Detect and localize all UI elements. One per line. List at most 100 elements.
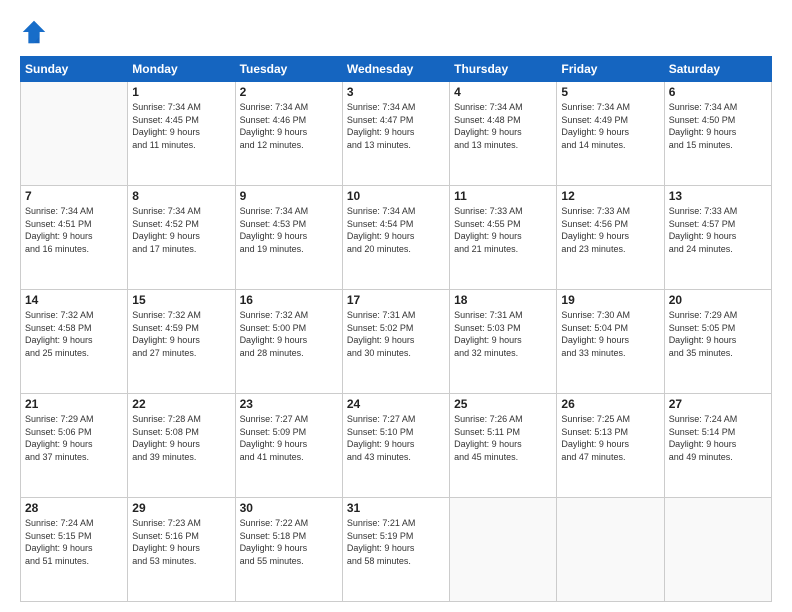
calendar-cell: 1 Sunrise: 7:34 AMSunset: 4:45 PMDaylight… xyxy=(128,82,235,186)
day-number: 13 xyxy=(669,189,767,203)
day-info: Sunrise: 7:34 AMSunset: 4:52 PMDaylight:… xyxy=(132,205,230,255)
calendar-cell: 6Sunrise: 7:34 AMSunset: 4:50 PMDaylight… xyxy=(664,82,771,186)
day-number: 25 xyxy=(454,397,552,411)
day-number: 8 xyxy=(132,189,230,203)
calendar-cell: 23 Sunrise: 7:27 AMSunset: 5:09 PMDayligh… xyxy=(235,394,342,498)
page: SundayMondayTuesdayWednesdayThursdayFrid… xyxy=(0,0,792,612)
calendar-table: SundayMondayTuesdayWednesdayThursdayFrid… xyxy=(20,56,772,602)
calendar-body: 1 Sunrise: 7:34 AMSunset: 4:45 PMDaylight… xyxy=(21,82,772,602)
day-number: 15 xyxy=(132,293,230,307)
calendar-cell: 3 Sunrise: 7:34 AMSunset: 4:47 PMDaylight… xyxy=(342,82,449,186)
day-info: Sunrise: 7:32 AMSunset: 4:59 PMDaylight:… xyxy=(132,309,230,359)
day-number: 7 xyxy=(25,189,123,203)
calendar-cell: 5 Sunrise: 7:34 AMSunset: 4:49 PMDaylight… xyxy=(557,82,664,186)
calendar-cell: 14 Sunrise: 7:32 AMSunset: 4:58 PMDayligh… xyxy=(21,290,128,394)
day-info: Sunrise: 7:34 AMSunset: 4:49 PMDaylight:… xyxy=(561,101,659,151)
weekday-header-wednesday: Wednesday xyxy=(342,57,449,82)
day-number: 28 xyxy=(25,501,123,515)
day-number: 2 xyxy=(240,85,338,99)
day-number: 10 xyxy=(347,189,445,203)
day-info: Sunrise: 7:34 AMSunset: 4:54 PMDaylight:… xyxy=(347,205,445,255)
header xyxy=(20,18,772,46)
weekday-header-tuesday: Tuesday xyxy=(235,57,342,82)
weekday-row: SundayMondayTuesdayWednesdayThursdayFrid… xyxy=(21,57,772,82)
day-info: Sunrise: 7:32 AMSunset: 5:00 PMDaylight:… xyxy=(240,309,338,359)
calendar-cell: 21Sunrise: 7:29 AMSunset: 5:06 PMDayligh… xyxy=(21,394,128,498)
day-number: 16 xyxy=(240,293,338,307)
day-info: Sunrise: 7:25 AMSunset: 5:13 PMDaylight:… xyxy=(561,413,659,463)
day-number: 23 xyxy=(240,397,338,411)
day-number: 14 xyxy=(25,293,123,307)
calendar-cell xyxy=(664,498,771,602)
day-info: Sunrise: 7:34 AMSunset: 4:51 PMDaylight:… xyxy=(25,205,123,255)
day-info: Sunrise: 7:31 AMSunset: 5:02 PMDaylight:… xyxy=(347,309,445,359)
day-info: Sunrise: 7:28 AMSunset: 5:08 PMDaylight:… xyxy=(132,413,230,463)
day-number: 22 xyxy=(132,397,230,411)
calendar-cell: 15 Sunrise: 7:32 AMSunset: 4:59 PMDayligh… xyxy=(128,290,235,394)
day-info: Sunrise: 7:26 AMSunset: 5:11 PMDaylight:… xyxy=(454,413,552,463)
day-number: 27 xyxy=(669,397,767,411)
day-number: 3 xyxy=(347,85,445,99)
logo-icon xyxy=(20,18,48,46)
day-number: 31 xyxy=(347,501,445,515)
day-number: 26 xyxy=(561,397,659,411)
calendar-cell: 2 Sunrise: 7:34 AMSunset: 4:46 PMDaylight… xyxy=(235,82,342,186)
day-number: 18 xyxy=(454,293,552,307)
calendar-cell: 19 Sunrise: 7:30 AMSunset: 5:04 PMDayligh… xyxy=(557,290,664,394)
calendar-cell xyxy=(21,82,128,186)
day-number: 1 xyxy=(132,85,230,99)
week-row-3: 14 Sunrise: 7:32 AMSunset: 4:58 PMDayligh… xyxy=(21,290,772,394)
day-info: Sunrise: 7:34 AMSunset: 4:47 PMDaylight:… xyxy=(347,101,445,151)
day-info: Sunrise: 7:34 AMSunset: 4:45 PMDaylight:… xyxy=(132,101,230,151)
calendar-cell: 7 Sunrise: 7:34 AMSunset: 4:51 PMDaylight… xyxy=(21,186,128,290)
calendar-cell: 25 Sunrise: 7:26 AMSunset: 5:11 PMDayligh… xyxy=(450,394,557,498)
day-info: Sunrise: 7:23 AMSunset: 5:16 PMDaylight:… xyxy=(132,517,230,567)
day-info: Sunrise: 7:33 AMSunset: 4:55 PMDaylight:… xyxy=(454,205,552,255)
calendar-cell: 20Sunrise: 7:29 AMSunset: 5:05 PMDayligh… xyxy=(664,290,771,394)
day-info: Sunrise: 7:27 AMSunset: 5:10 PMDaylight:… xyxy=(347,413,445,463)
day-info: Sunrise: 7:22 AMSunset: 5:18 PMDaylight:… xyxy=(240,517,338,567)
calendar-cell: 10 Sunrise: 7:34 AMSunset: 4:54 PMDayligh… xyxy=(342,186,449,290)
calendar-cell xyxy=(557,498,664,602)
calendar-cell: 26 Sunrise: 7:25 AMSunset: 5:13 PMDayligh… xyxy=(557,394,664,498)
week-row-4: 21Sunrise: 7:29 AMSunset: 5:06 PMDayligh… xyxy=(21,394,772,498)
day-number: 12 xyxy=(561,189,659,203)
calendar-cell xyxy=(450,498,557,602)
day-number: 24 xyxy=(347,397,445,411)
day-info: Sunrise: 7:34 AMSunset: 4:46 PMDaylight:… xyxy=(240,101,338,151)
day-number: 9 xyxy=(240,189,338,203)
logo xyxy=(20,18,52,46)
day-info: Sunrise: 7:27 AMSunset: 5:09 PMDaylight:… xyxy=(240,413,338,463)
day-info: Sunrise: 7:24 AMSunset: 5:15 PMDaylight:… xyxy=(25,517,123,567)
week-row-1: 1 Sunrise: 7:34 AMSunset: 4:45 PMDaylight… xyxy=(21,82,772,186)
day-number: 4 xyxy=(454,85,552,99)
day-info: Sunrise: 7:30 AMSunset: 5:04 PMDaylight:… xyxy=(561,309,659,359)
day-number: 11 xyxy=(454,189,552,203)
day-number: 19 xyxy=(561,293,659,307)
day-info: Sunrise: 7:34 AMSunset: 4:48 PMDaylight:… xyxy=(454,101,552,151)
day-info: Sunrise: 7:24 AMSunset: 5:14 PMDaylight:… xyxy=(669,413,767,463)
day-info: Sunrise: 7:33 AMSunset: 4:57 PMDaylight:… xyxy=(669,205,767,255)
calendar-header: SundayMondayTuesdayWednesdayThursdayFrid… xyxy=(21,57,772,82)
day-number: 29 xyxy=(132,501,230,515)
calendar-cell: 17 Sunrise: 7:31 AMSunset: 5:02 PMDayligh… xyxy=(342,290,449,394)
calendar-cell: 30Sunrise: 7:22 AMSunset: 5:18 PMDayligh… xyxy=(235,498,342,602)
weekday-header-sunday: Sunday xyxy=(21,57,128,82)
calendar-cell: 31Sunrise: 7:21 AMSunset: 5:19 PMDayligh… xyxy=(342,498,449,602)
day-number: 5 xyxy=(561,85,659,99)
day-info: Sunrise: 7:29 AMSunset: 5:06 PMDaylight:… xyxy=(25,413,123,463)
day-info: Sunrise: 7:31 AMSunset: 5:03 PMDaylight:… xyxy=(454,309,552,359)
calendar-cell: 18 Sunrise: 7:31 AMSunset: 5:03 PMDayligh… xyxy=(450,290,557,394)
calendar-cell: 29 Sunrise: 7:23 AMSunset: 5:16 PMDayligh… xyxy=(128,498,235,602)
day-number: 17 xyxy=(347,293,445,307)
weekday-header-saturday: Saturday xyxy=(664,57,771,82)
calendar-cell: 28 Sunrise: 7:24 AMSunset: 5:15 PMDayligh… xyxy=(21,498,128,602)
weekday-header-friday: Friday xyxy=(557,57,664,82)
weekday-header-thursday: Thursday xyxy=(450,57,557,82)
day-info: Sunrise: 7:32 AMSunset: 4:58 PMDaylight:… xyxy=(25,309,123,359)
day-info: Sunrise: 7:34 AMSunset: 4:53 PMDaylight:… xyxy=(240,205,338,255)
calendar-cell: 11 Sunrise: 7:33 AMSunset: 4:55 PMDayligh… xyxy=(450,186,557,290)
day-info: Sunrise: 7:34 AMSunset: 4:50 PMDaylight:… xyxy=(669,101,767,151)
day-number: 20 xyxy=(669,293,767,307)
calendar-cell: 9 Sunrise: 7:34 AMSunset: 4:53 PMDaylight… xyxy=(235,186,342,290)
